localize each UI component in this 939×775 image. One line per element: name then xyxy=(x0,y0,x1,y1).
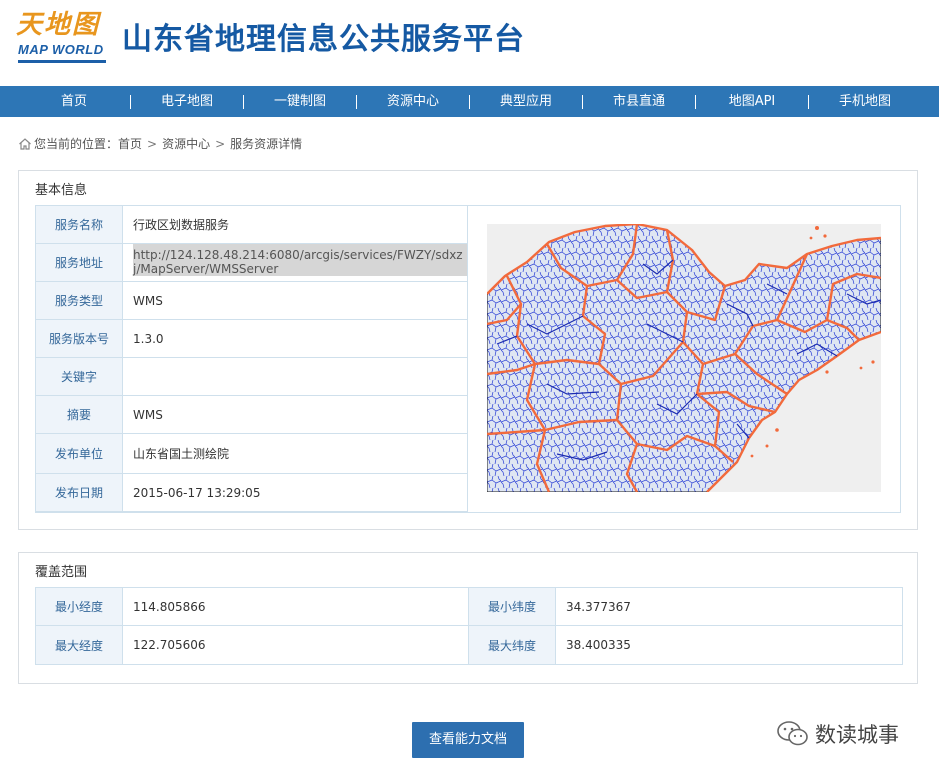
nav-item-map-api[interactable]: 地图API xyxy=(696,86,808,117)
table-row: 发布日期 2015-06-17 13:29:05 xyxy=(36,474,467,512)
breadcrumb-current: 服务资源详情 xyxy=(230,137,303,151)
nav-item-one-click-mapping[interactable]: 一键制图 xyxy=(244,86,356,117)
service-version-value: 1.3.0 xyxy=(133,331,164,346)
table-row: 服务版本号 1.3.0 xyxy=(36,320,467,358)
site-header: 天地图 MAP WORLD 山东省地理信息公共服务平台 xyxy=(0,0,939,86)
service-version-label: 服务版本号 xyxy=(36,320,123,357)
site-title: 山东省地理信息公共服务平台 xyxy=(122,22,525,57)
map-preview-cell xyxy=(467,206,900,512)
breadcrumb-resource-center[interactable]: 资源中心 xyxy=(162,136,210,152)
service-url-label: 服务地址 xyxy=(36,244,123,281)
shandong-admin-map xyxy=(487,224,881,492)
breadcrumb-separator: > xyxy=(147,137,158,151)
basic-info-table: 服务名称 行政区划数据服务 服务地址 http://124.128.48.214… xyxy=(35,205,901,513)
publish-date-label: 发布日期 xyxy=(36,474,123,511)
table-row: 关键字 xyxy=(36,358,467,396)
max-lat-value: 38.400335 xyxy=(566,638,631,652)
service-url-cell: http://124.128.48.214:6080/arcgis/servic… xyxy=(123,244,467,281)
min-lat-label: 最小纬度 xyxy=(469,588,556,625)
table-row: 服务地址 http://124.128.48.214:6080/arcgis/s… xyxy=(36,244,467,282)
coverage-title: 覆盖范围 xyxy=(35,565,88,580)
abstract-label: 摘要 xyxy=(36,396,123,433)
service-name-label: 服务名称 xyxy=(36,206,123,243)
table-row: 服务名称 行政区划数据服务 xyxy=(36,206,467,244)
nav-item-typical-apps[interactable]: 典型应用 xyxy=(470,86,582,117)
nav-item-home[interactable]: 首页 xyxy=(18,86,130,117)
service-url-value[interactable]: http://124.128.48.214:6080/arcgis/servic… xyxy=(133,244,467,276)
service-type-value: WMS xyxy=(133,293,163,308)
min-lon-value: 114.805866 xyxy=(123,588,469,625)
publisher-value: 山东省国土测绘院 xyxy=(133,446,230,461)
coverage-panel: 覆盖范围 最小经度 114.805866 最小纬度 34.377367 最大经度… xyxy=(18,552,918,684)
table-row: 发布单位 山东省国土测绘院 xyxy=(36,434,467,474)
wechat-icon xyxy=(777,721,808,746)
logo-underline xyxy=(18,60,106,63)
breadcrumb-home[interactable]: 首页 xyxy=(118,136,142,152)
home-icon xyxy=(19,138,31,150)
service-name-value: 行政区划数据服务 xyxy=(133,217,230,232)
min-lon-label: 最小经度 xyxy=(36,588,123,625)
breadcrumb-prefix: 您当前的位置： xyxy=(34,137,119,151)
breadcrumb-separator: > xyxy=(215,137,226,151)
service-type-label: 服务类型 xyxy=(36,282,123,319)
keywords-label: 关键字 xyxy=(36,358,123,395)
nav-item-resource-center[interactable]: 资源中心 xyxy=(357,86,469,117)
view-capabilities-button[interactable]: 查看能力文档 xyxy=(412,722,524,758)
main-nav: 首页 电子地图 一键制图 资源中心 典型应用 市县直通 地图API 手机地图 xyxy=(0,86,939,117)
watermark-text: 数读城事 xyxy=(815,723,899,747)
watermark: 数读城事 xyxy=(775,716,899,752)
table-row: 摘要 WMS xyxy=(36,396,467,434)
nav-item-city-county[interactable]: 市县直通 xyxy=(583,86,695,117)
publisher-label: 发布单位 xyxy=(36,434,123,473)
tianditu-logo[interactable]: 天地图 MAP WORLD xyxy=(16,10,112,64)
table-row: 最小经度 114.805866 最小纬度 34.377367 xyxy=(36,588,902,626)
max-lon-value: 122.705606 xyxy=(123,626,469,664)
coverage-table: 最小经度 114.805866 最小纬度 34.377367 最大经度 122.… xyxy=(35,587,903,665)
basic-info-title: 基本信息 xyxy=(35,183,88,198)
max-lon-label: 最大经度 xyxy=(36,626,123,664)
publish-date-value: 2015-06-17 13:29:05 xyxy=(133,485,261,500)
logo-text-chinese: 天地图 xyxy=(16,10,101,40)
table-row: 最大经度 122.705606 最大纬度 38.400335 xyxy=(36,626,902,664)
basic-info-panel: 基本信息 服务名称 行政区划数据服务 服务地址 http://124.128.4… xyxy=(18,170,918,530)
keywords-value xyxy=(123,358,467,395)
breadcrumb: 您当前的位置： 首页 > 资源中心 > 服务资源详情 xyxy=(18,136,302,152)
nav-item-mobile-map[interactable]: 手机地图 xyxy=(809,86,921,117)
nav-item-electronic-map[interactable]: 电子地图 xyxy=(131,86,243,117)
min-lat-value: 34.377367 xyxy=(566,599,631,614)
logo-text-english: MAP WORLD xyxy=(18,42,104,57)
table-row: 服务类型 WMS xyxy=(36,282,467,320)
abstract-value: WMS xyxy=(133,407,163,422)
max-lat-label: 最大纬度 xyxy=(469,626,556,664)
map-preview-image[interactable] xyxy=(487,224,881,492)
